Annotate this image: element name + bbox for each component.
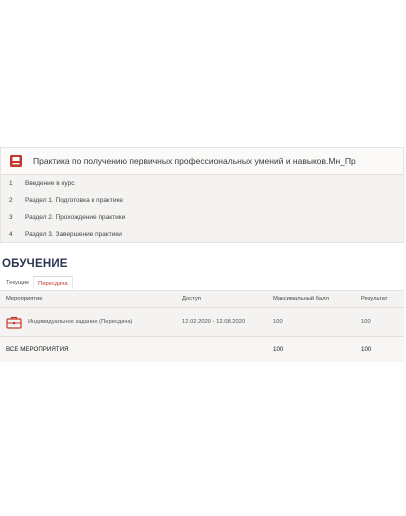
learning-title: ОБУЧЕНИЕ	[2, 258, 68, 270]
section-item-intro[interactable]: 1 Введение в курс	[1, 175, 403, 192]
total-max-score: 100	[273, 345, 284, 353]
course-title[interactable]: Практика по получению первичных професси…	[33, 156, 356, 166]
event-cell: Индивидуальное задание (Пересдача)	[0, 316, 182, 329]
total-result: 100	[361, 345, 372, 353]
briefcase-icon	[6, 316, 22, 329]
section-label[interactable]: Введение в курс	[23, 180, 74, 187]
section-item-1[interactable]: 2 Раздел 1. Подготовка к практике	[1, 192, 403, 209]
section-label[interactable]: Раздел 2. Прохождение практики	[23, 214, 125, 221]
events-table: Мероприятие Доступ Максимальный балл Рез…	[0, 290, 404, 362]
section-number: 3	[9, 214, 13, 221]
max-score: 100	[273, 319, 283, 325]
tabs: Текущие Пересдача	[2, 276, 73, 289]
course-card: Практика по получению первичных професси…	[0, 147, 404, 243]
event-name[interactable]: Индивидуальное задание (Пересдача)	[28, 319, 133, 325]
section-item-3[interactable]: 4 Раздел 3. Завершение практики	[1, 226, 403, 243]
section-label[interactable]: Раздел 1. Подготовка к практике	[23, 197, 123, 204]
header-event: Мероприятие	[6, 296, 43, 302]
access-dates: 12.02.2020 - 12.08.2020	[182, 319, 246, 325]
course-header[interactable]: Практика по получению первичных професси…	[1, 148, 403, 175]
section-number: 4	[9, 231, 13, 238]
table-total-row: ВСЕ МЕРОПРИЯТИЯ 100 100	[0, 337, 404, 361]
section-label[interactable]: Раздел 3. Завершение практики	[23, 231, 122, 238]
total-label: ВСЕ МЕРОПРИЯТИЯ	[6, 345, 69, 353]
section-number: 1	[9, 180, 13, 187]
tab-current[interactable]: Текущие	[2, 276, 33, 289]
table-header: Мероприятие Доступ Максимальный балл Рез…	[0, 291, 404, 308]
header-access: Доступ	[182, 296, 201, 302]
book-icon	[10, 155, 22, 167]
table-row[interactable]: Индивидуальное задание (Пересдача) 12.02…	[0, 308, 404, 337]
tab-retake[interactable]: Пересдача	[33, 276, 73, 289]
section-item-2[interactable]: 3 Раздел 2. Прохождение практики	[1, 209, 403, 226]
result: 100	[361, 319, 371, 325]
section-number: 2	[9, 197, 13, 204]
header-max-score: Максимальный балл	[273, 296, 329, 302]
header-result: Результат	[361, 296, 388, 302]
